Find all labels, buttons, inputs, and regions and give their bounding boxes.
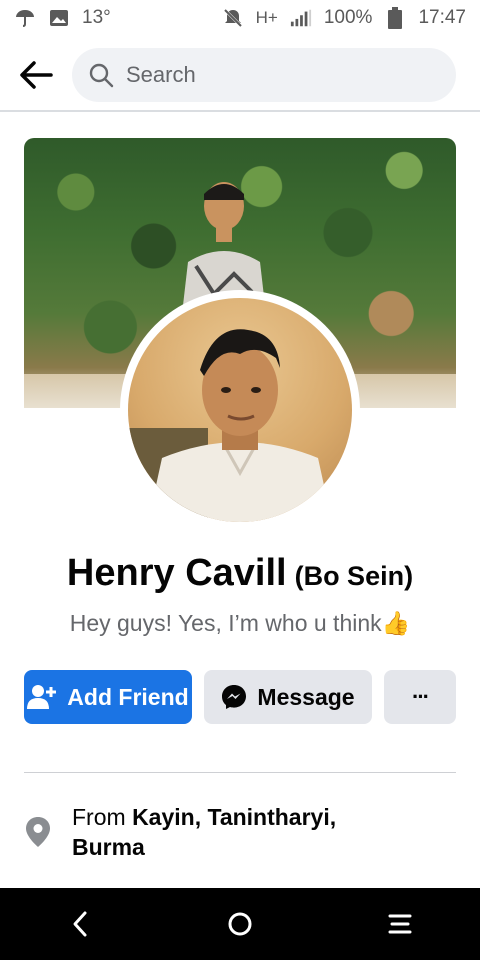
messenger-icon (222, 685, 247, 709)
search-icon (88, 62, 114, 88)
intro-from-text: From Kayin, Tanintharyi, Burma (72, 802, 336, 862)
profile-actions: Add Friend Message ··· (24, 670, 456, 724)
status-bar: 13° H+ 100% 17:47 (0, 0, 480, 36)
image-icon (48, 7, 70, 29)
network-type: H+ (255, 8, 278, 27)
search-bar[interactable] (72, 48, 456, 102)
add-friend-label: Add Friend (67, 683, 189, 710)
nav-home-button[interactable] (210, 894, 270, 954)
location-pin-icon (24, 816, 52, 848)
message-label: Message (257, 683, 355, 710)
battery-percent: 100% (323, 7, 373, 28)
status-bar-right: H+ 100% 17:47 (222, 7, 466, 29)
nav-recents-button[interactable] (370, 894, 430, 954)
mute-icon (222, 7, 244, 29)
profile-picture[interactable] (128, 298, 352, 522)
chevron-left-icon (73, 911, 87, 937)
more-options-button[interactable]: ··· (384, 670, 456, 724)
temperature: 13° (82, 7, 111, 28)
profile-name: Henry Cavill (66, 552, 287, 594)
system-nav-bar (0, 888, 480, 960)
signal-icon (290, 7, 312, 29)
add-person-icon (27, 685, 57, 709)
battery-icon (384, 7, 406, 29)
back-button[interactable] (16, 55, 56, 95)
status-bar-left: 13° (14, 7, 111, 29)
umbrella-icon (14, 7, 36, 29)
profile-face-figure (128, 329, 332, 522)
search-input[interactable] (124, 61, 428, 89)
section-divider (24, 772, 456, 773)
from-prefix: From (72, 804, 133, 830)
message-button[interactable]: Message (204, 670, 372, 724)
profile-bio: Hey guys! Yes, I’m who u think👍 (69, 610, 411, 636)
add-friend-button[interactable]: Add Friend (24, 670, 192, 724)
nav-back-button[interactable] (50, 894, 110, 954)
profile-alternate-name: (Bo Sein) (294, 561, 414, 591)
top-bar (0, 40, 480, 112)
intro-from-row: From Kayin, Tanintharyi, Burma (24, 802, 456, 862)
more-dots-icon: ··· (412, 684, 430, 709)
profile-name-row: Henry Cavill (Bo Sein) (0, 552, 480, 595)
menu-lines-icon (388, 914, 412, 934)
home-circle-icon (228, 912, 252, 936)
profile-picture-ring (120, 290, 360, 530)
from-location-line1[interactable]: Kayin, Tanintharyi, (132, 804, 336, 830)
from-location-line2[interactable]: Burma (72, 834, 145, 860)
arrow-left-icon (20, 61, 53, 89)
clock: 17:47 (418, 7, 466, 28)
